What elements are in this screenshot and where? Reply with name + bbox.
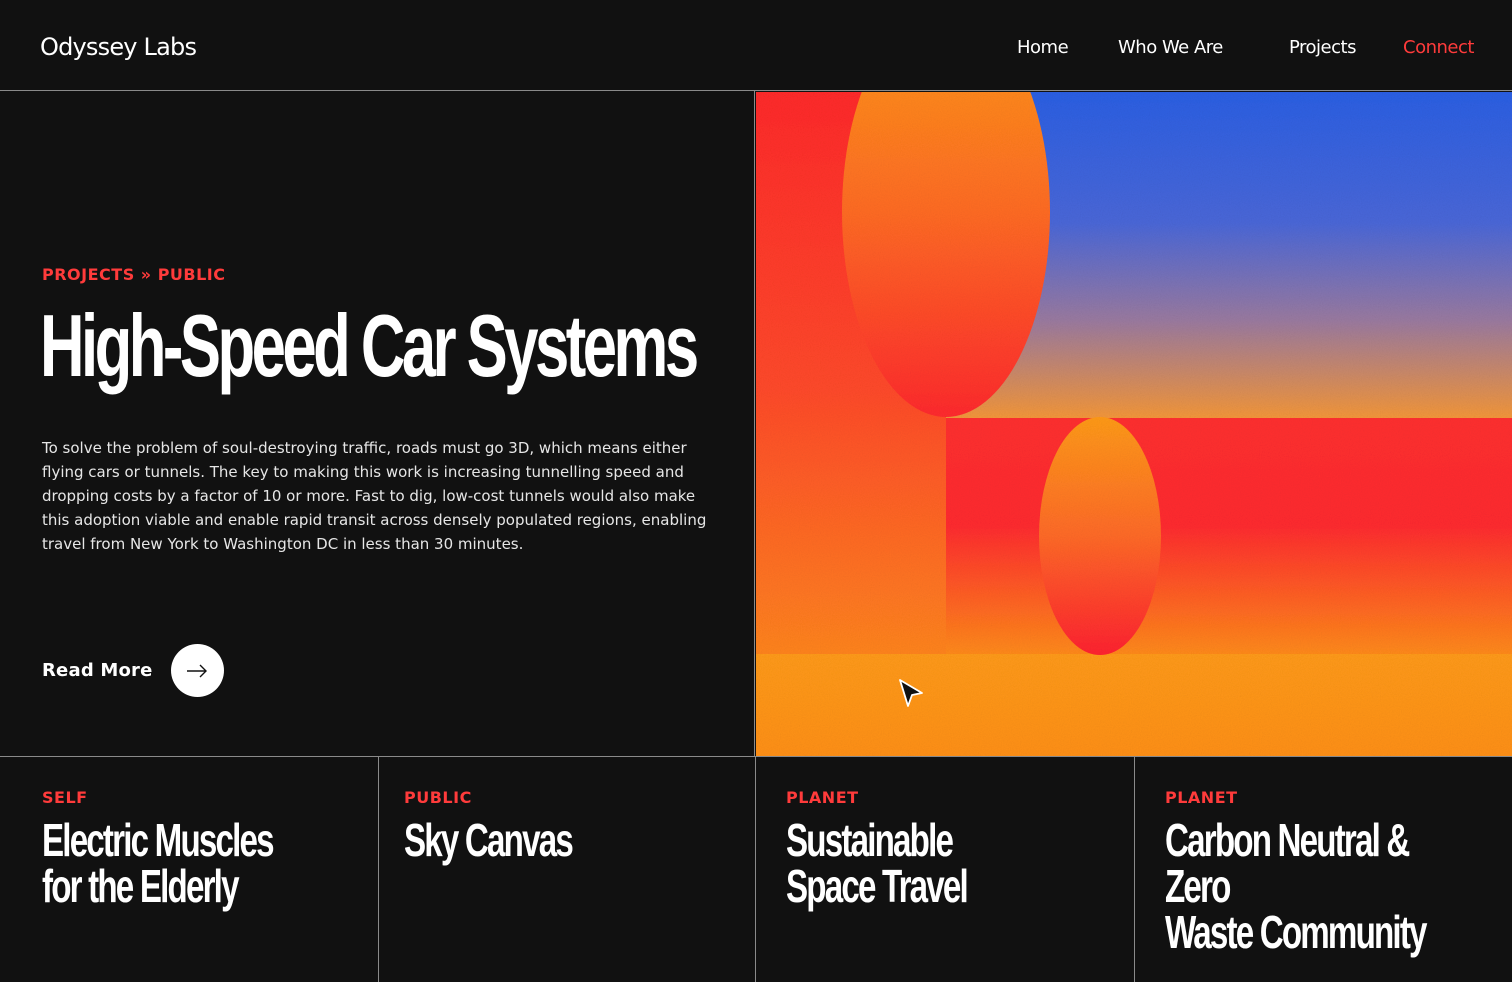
gradient-artwork <box>756 92 1512 756</box>
cursor-icon <box>899 679 923 707</box>
read-more-link[interactable]: Read More <box>42 644 224 697</box>
project-card-sky-canvas[interactable]: PUBLIC Sky Canvas <box>379 757 756 982</box>
nav-projects[interactable]: Projects <box>1289 37 1356 58</box>
card-category: PLANET <box>1165 788 1238 807</box>
hero-description: To solve the problem of soul-destroying … <box>42 439 707 553</box>
breadcrumb: PROJECTS » PUBLIC <box>42 265 226 284</box>
read-more-button[interactable] <box>170 644 224 697</box>
page: Odyssey Labs Home Who We Are Projects Co… <box>0 0 1512 982</box>
hero-artwork <box>756 92 1512 756</box>
card-title[interactable]: Sustainable Space Travel <box>786 817 1088 909</box>
nav-home[interactable]: Home <box>1017 37 1069 58</box>
card-title-line: Carbon Neutral & Zero <box>1165 814 1410 912</box>
nav-who-we-are[interactable]: Who We Are <box>1118 37 1223 58</box>
read-more-label[interactable]: Read More <box>42 660 153 681</box>
project-card-carbon-neutral[interactable]: PLANET Carbon Neutral & Zero Waste Commu… <box>1135 757 1512 982</box>
hero-panel: PROJECTS » PUBLIC High-Speed Car Systems… <box>0 91 755 756</box>
card-title-line: Sustainable <box>786 814 954 866</box>
card-category: PLANET <box>786 788 859 807</box>
card-title[interactable]: Carbon Neutral & Zero Waste Community <box>1165 817 1467 955</box>
page-title: High-Speed Car Systems <box>40 296 699 395</box>
card-title-line: Electric Muscles <box>42 814 275 866</box>
arrow-right-icon <box>187 664 208 677</box>
project-card-space-travel[interactable]: PLANET Sustainable Space Travel <box>756 757 1135 982</box>
logo[interactable]: Odyssey Labs <box>40 33 197 61</box>
card-title-line: Sky Canvas <box>404 814 574 866</box>
card-category: PUBLIC <box>404 788 472 807</box>
card-title-line: for the Elderly <box>42 860 239 912</box>
card-title-line: Waste Community <box>1165 906 1427 958</box>
card-category: SELF <box>42 788 88 807</box>
nav-connect[interactable]: Connect <box>1403 37 1474 58</box>
card-title-line: Space Travel <box>786 860 969 912</box>
site-header: Odyssey Labs Home Who We Are Projects Co… <box>0 0 1512 91</box>
project-cards: SELF Electric Muscles for the Elderly PU… <box>0 756 1512 982</box>
card-title[interactable]: Sky Canvas <box>404 817 706 863</box>
project-card-electric-muscles[interactable]: SELF Electric Muscles for the Elderly <box>0 757 379 982</box>
card-title[interactable]: Electric Muscles for the Elderly <box>42 817 344 909</box>
